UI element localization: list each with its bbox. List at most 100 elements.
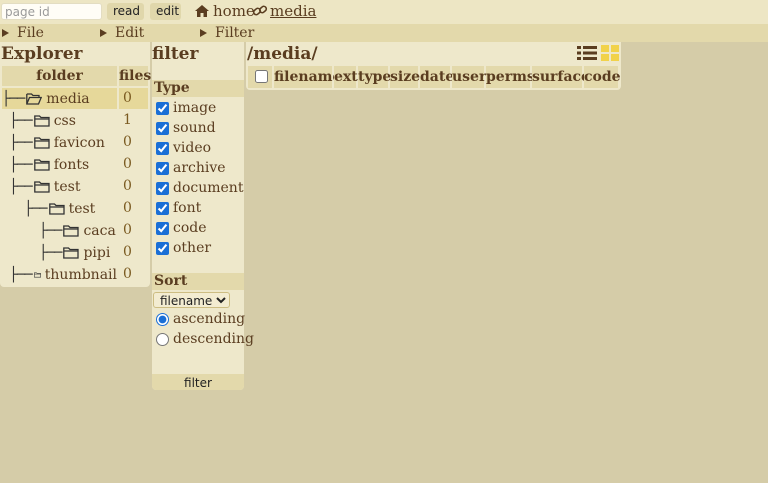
folder-icon	[63, 224, 80, 237]
type-checkbox[interactable]	[156, 181, 169, 195]
file-count: 0	[123, 222, 132, 238]
files-column-header[interactable]: files	[119, 66, 151, 86]
type-filter-option[interactable]: other	[154, 238, 211, 258]
folder-row[interactable]: ├── caca 0	[2, 220, 148, 242]
folder-column-header[interactable]: folder	[2, 66, 117, 86]
file-count: 0	[123, 200, 132, 216]
folder-name-cell[interactable]: ├── media	[2, 88, 117, 109]
filter-panel: filter Type image sound video archive docume…	[152, 42, 254, 390]
menu-file-label: File	[17, 25, 44, 41]
type-label: archive	[173, 160, 226, 176]
order-label: ascending	[173, 311, 246, 327]
type-filter-option[interactable]: font	[154, 198, 201, 218]
folder-icon	[48, 202, 65, 215]
top-bar: read edit home media	[0, 0, 768, 24]
select-all-checkbox[interactable]	[255, 70, 268, 83]
type-filter-option[interactable]: video	[154, 138, 211, 158]
folder-icon	[33, 136, 50, 149]
column-header-size[interactable]: size	[390, 66, 420, 88]
type-label: document	[173, 180, 244, 196]
type-checkbox[interactable]	[156, 241, 169, 255]
page-id-input[interactable]	[1, 3, 102, 20]
sort-select[interactable]: filename	[153, 292, 230, 308]
folder-label: caca	[83, 222, 116, 239]
folder-row[interactable]: ├── pipi 0	[2, 242, 148, 264]
filter-title: filter	[152, 44, 199, 64]
folder-name-cell[interactable]: ├── test	[2, 176, 117, 197]
order-label: descending	[173, 331, 254, 347]
type-filter-option[interactable]: archive	[154, 158, 226, 178]
file-count: 0	[123, 178, 132, 194]
column-header-date[interactable]: date	[420, 66, 454, 88]
type-label: sound	[173, 120, 216, 136]
folder-icon	[33, 180, 50, 193]
column-header-ext[interactable]: ext	[334, 66, 358, 88]
order-option[interactable]: ascending	[154, 309, 245, 329]
folder-row[interactable]: ├── test 0	[2, 176, 148, 198]
column-header-code[interactable]: code	[584, 66, 621, 88]
type-label: code	[173, 220, 207, 236]
type-label: font	[173, 200, 202, 216]
file-count: 1	[123, 112, 132, 128]
media-panel: /media/ filename ext type size date user perms…	[246, 42, 621, 90]
filter-submit-button[interactable]: filter	[152, 374, 244, 390]
folder-row[interactable]: ├── media 0	[2, 88, 148, 110]
menu-edit[interactable]: Edit	[100, 24, 144, 42]
type-label: video	[173, 140, 212, 156]
current-path: /media/	[247, 44, 318, 64]
folder-name-cell[interactable]: ├── test	[2, 198, 117, 219]
type-checkbox[interactable]	[156, 121, 169, 135]
column-header-filename[interactable]: filename	[274, 66, 341, 88]
grid-view-icon[interactable]	[601, 45, 619, 61]
type-checkbox[interactable]	[156, 101, 169, 115]
sort-heading: Sort	[152, 273, 244, 290]
caret-right-icon	[2, 29, 9, 37]
type-checkbox[interactable]	[156, 221, 169, 235]
type-checkbox[interactable]	[156, 161, 169, 175]
folder-row[interactable]: ├── thumbnail 0	[2, 264, 148, 286]
edit-button[interactable]: edit	[150, 3, 181, 20]
home-link[interactable]: home	[194, 1, 255, 21]
folder-name-cell[interactable]: ├── fonts	[2, 154, 117, 175]
type-filter-option[interactable]: document	[154, 178, 243, 198]
order-option[interactable]: descending	[154, 329, 254, 349]
type-filter-option[interactable]: image	[154, 98, 216, 118]
tree-branch: ├──	[2, 200, 47, 217]
column-header-user[interactable]: user	[452, 66, 486, 88]
menu-filter[interactable]: Filter	[200, 24, 254, 42]
home-label: home	[213, 2, 255, 20]
type-checkbox[interactable]	[156, 201, 169, 215]
media-label: media	[270, 2, 317, 20]
folder-name-cell[interactable]: ├── caca	[2, 220, 117, 241]
order-radio[interactable]	[156, 312, 169, 326]
tree-branch: ├──	[2, 244, 62, 261]
folder-name-cell[interactable]: ├── pipi	[2, 242, 117, 263]
folder-row[interactable]: ├── test 0	[2, 198, 148, 220]
column-header-perms[interactable]: perms	[486, 66, 535, 88]
order-radio[interactable]	[156, 332, 169, 346]
type-checkbox[interactable]	[156, 141, 169, 155]
folder-name-cell[interactable]: ├── css	[2, 110, 117, 131]
tree-branch: ├──	[2, 90, 25, 107]
folder-label: test	[68, 200, 96, 217]
folder-row[interactable]: ├── favicon 0	[2, 132, 148, 154]
read-button[interactable]: read	[107, 3, 144, 20]
folder-name-cell[interactable]: ├── thumbnail	[2, 264, 117, 285]
column-header-type[interactable]: type	[358, 66, 391, 88]
column-header-surface[interactable]: surface	[532, 66, 590, 88]
type-label: image	[173, 100, 217, 116]
folder-icon	[63, 246, 80, 259]
file-count: 0	[123, 90, 132, 106]
media-link[interactable]: media	[252, 1, 316, 21]
folder-row[interactable]: ├── css 1	[2, 110, 148, 132]
folder-icon	[33, 114, 50, 127]
type-filter-option[interactable]: code	[154, 218, 207, 238]
type-label: other	[173, 240, 212, 256]
menu-filter-label: Filter	[215, 25, 255, 41]
home-icon	[195, 5, 209, 17]
list-view-icon[interactable]	[577, 45, 597, 61]
folder-row[interactable]: ├── fonts 0	[2, 154, 148, 176]
type-filter-option[interactable]: sound	[154, 118, 216, 138]
folder-name-cell[interactable]: ├── favicon	[2, 132, 117, 153]
menu-file[interactable]: File	[2, 24, 44, 42]
